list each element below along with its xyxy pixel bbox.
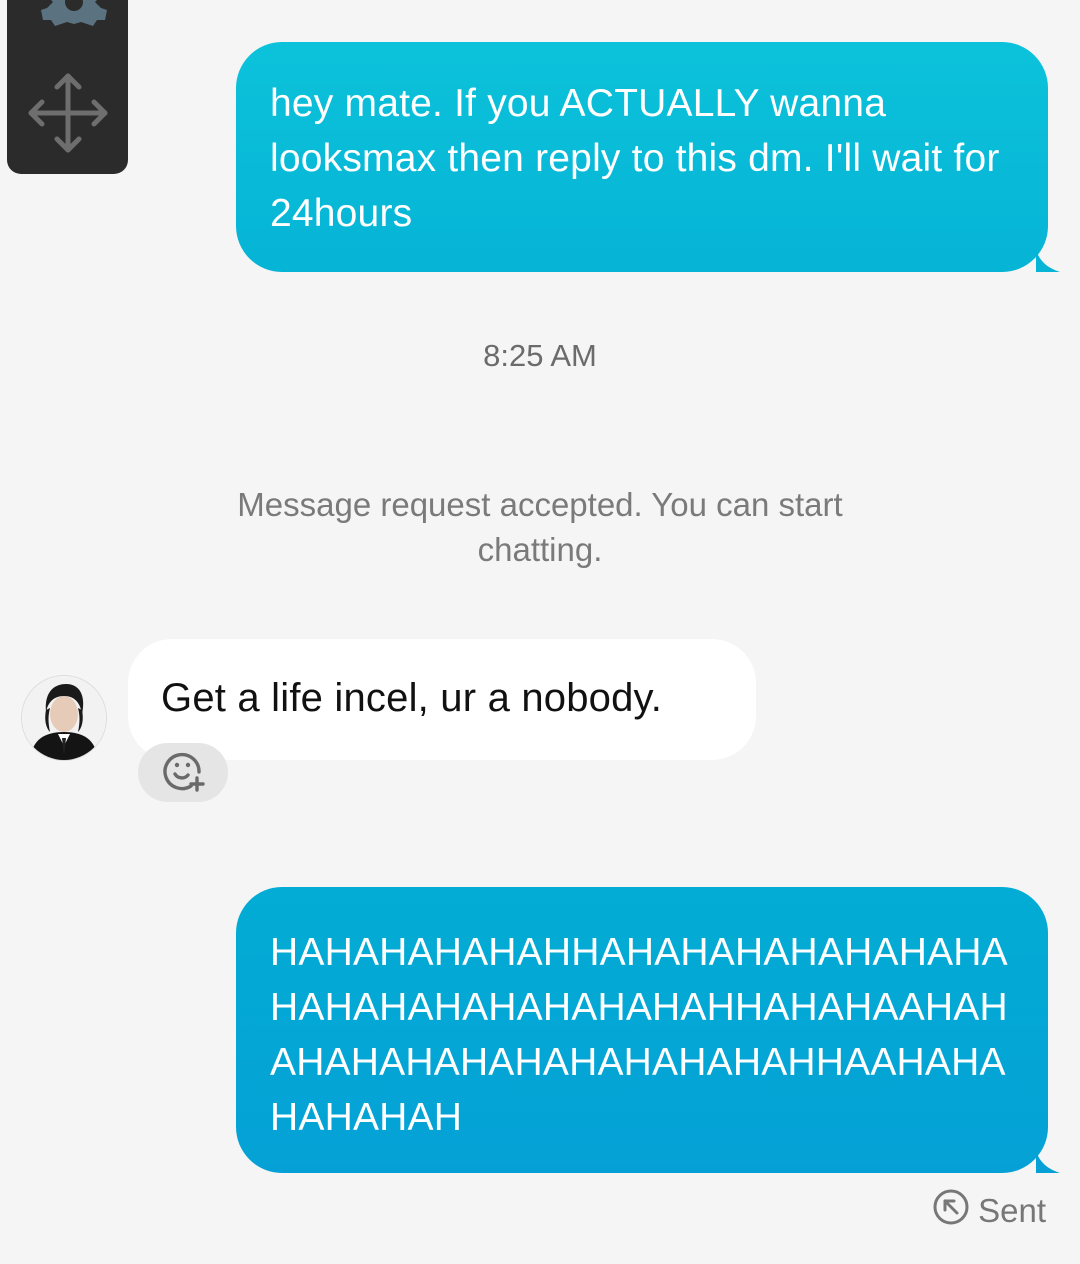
gear-icon[interactable] xyxy=(41,0,107,43)
avatar[interactable] xyxy=(22,676,106,760)
message-text: HAHAHAHAHAHHAHAHAHAHAHAHAHAHAHAHAHAHAHAH… xyxy=(270,931,1008,1139)
move-icon[interactable] xyxy=(25,70,111,161)
add-reaction-icon xyxy=(161,748,205,797)
message-status: Sent xyxy=(932,1188,1046,1234)
status-label: Sent xyxy=(978,1192,1046,1229)
sent-icon xyxy=(932,1188,970,1234)
add-reaction-button[interactable] xyxy=(138,743,228,802)
floating-toolbar[interactable] xyxy=(7,0,128,174)
bubble-tail xyxy=(1036,1151,1060,1173)
message-request-accepted-notice: Message request accepted. You can start … xyxy=(237,486,843,568)
message-text: hey mate. If you ACTUALLY wanna looksmax… xyxy=(270,82,1000,235)
outgoing-message-bubble[interactable]: HAHAHAHAHAHHAHAHAHAHAHAHAHAHAHAHAHAHAHAH… xyxy=(236,887,1060,1173)
bubble-tail xyxy=(1036,250,1060,272)
message-text: Get a life incel, ur a nobody. xyxy=(161,676,663,720)
incoming-message-bubble[interactable]: Get a life incel, ur a nobody. xyxy=(128,639,756,760)
outgoing-message-bubble[interactable]: hey mate. If you ACTUALLY wanna looksmax… xyxy=(236,42,1060,272)
message-timestamp: 8:25 AM xyxy=(483,338,597,373)
